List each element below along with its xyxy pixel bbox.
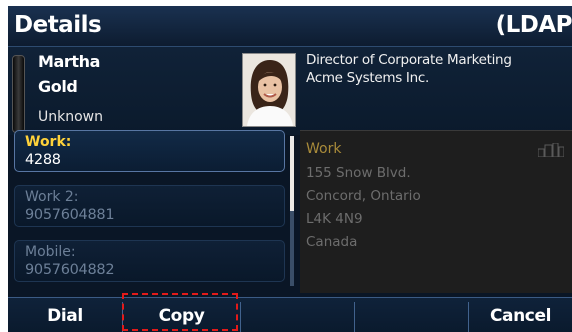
contact-last-name: Gold [38, 77, 78, 96]
dial-button[interactable]: Dial [8, 298, 122, 332]
cancel-button[interactable]: Cancel [469, 298, 572, 332]
phone-label: Work: [25, 134, 72, 150]
presence-status: Unknown [38, 109, 103, 125]
presence-indicator [12, 55, 25, 133]
contact-job-title: Director of Corporate Marketing [306, 52, 512, 68]
contact-company: Acme Systems Inc. [306, 70, 429, 86]
address-type: Work [306, 141, 342, 157]
address-country: Canada [306, 234, 358, 250]
directory-source-label: (LDAP) [495, 12, 572, 38]
phone-number: 4288 [25, 152, 61, 168]
phone-entry-work[interactable]: Work: 4288 [14, 130, 285, 172]
address-postal-code: L4K 4N9 [306, 211, 363, 227]
avatar-icon [243, 54, 295, 126]
address-city: Concord, Ontario [306, 188, 421, 204]
softkey-empty-3[interactable] [241, 298, 354, 332]
page-title: Details [14, 12, 102, 38]
phone-label: Mobile: [25, 244, 76, 260]
building-icon [538, 143, 564, 157]
contact-first-name: Martha [38, 52, 101, 71]
phone-screen: Details (LDAP) Martha Gold Unknown Direc… [8, 6, 572, 332]
header-bar: Details (LDAP) [8, 6, 572, 47]
softkey-empty-4[interactable] [355, 298, 468, 332]
address-street: 155 Snow Blvd. [306, 165, 411, 181]
phone-label: Work 2: [25, 189, 79, 205]
copy-highlight-annotation [122, 293, 238, 331]
contact-photo [242, 53, 296, 127]
phone-number: 9057604882 [25, 262, 115, 278]
phone-entry-work-2[interactable]: Work 2: 9057604881 [14, 185, 285, 227]
contact-summary: Martha Gold Unknown Director of Corporat… [8, 47, 572, 135]
phone-entry-mobile[interactable]: Mobile: 9057604882 [14, 240, 285, 282]
list-scrollbar[interactable] [290, 136, 294, 286]
softkey-bar: Dial Copy Cancel [8, 297, 572, 332]
address-panel: Work 155 Snow Blvd. Concord, Ontario L4K… [300, 130, 572, 293]
scrollbar-thumb[interactable] [290, 136, 294, 211]
phone-number: 9057604881 [25, 207, 115, 223]
